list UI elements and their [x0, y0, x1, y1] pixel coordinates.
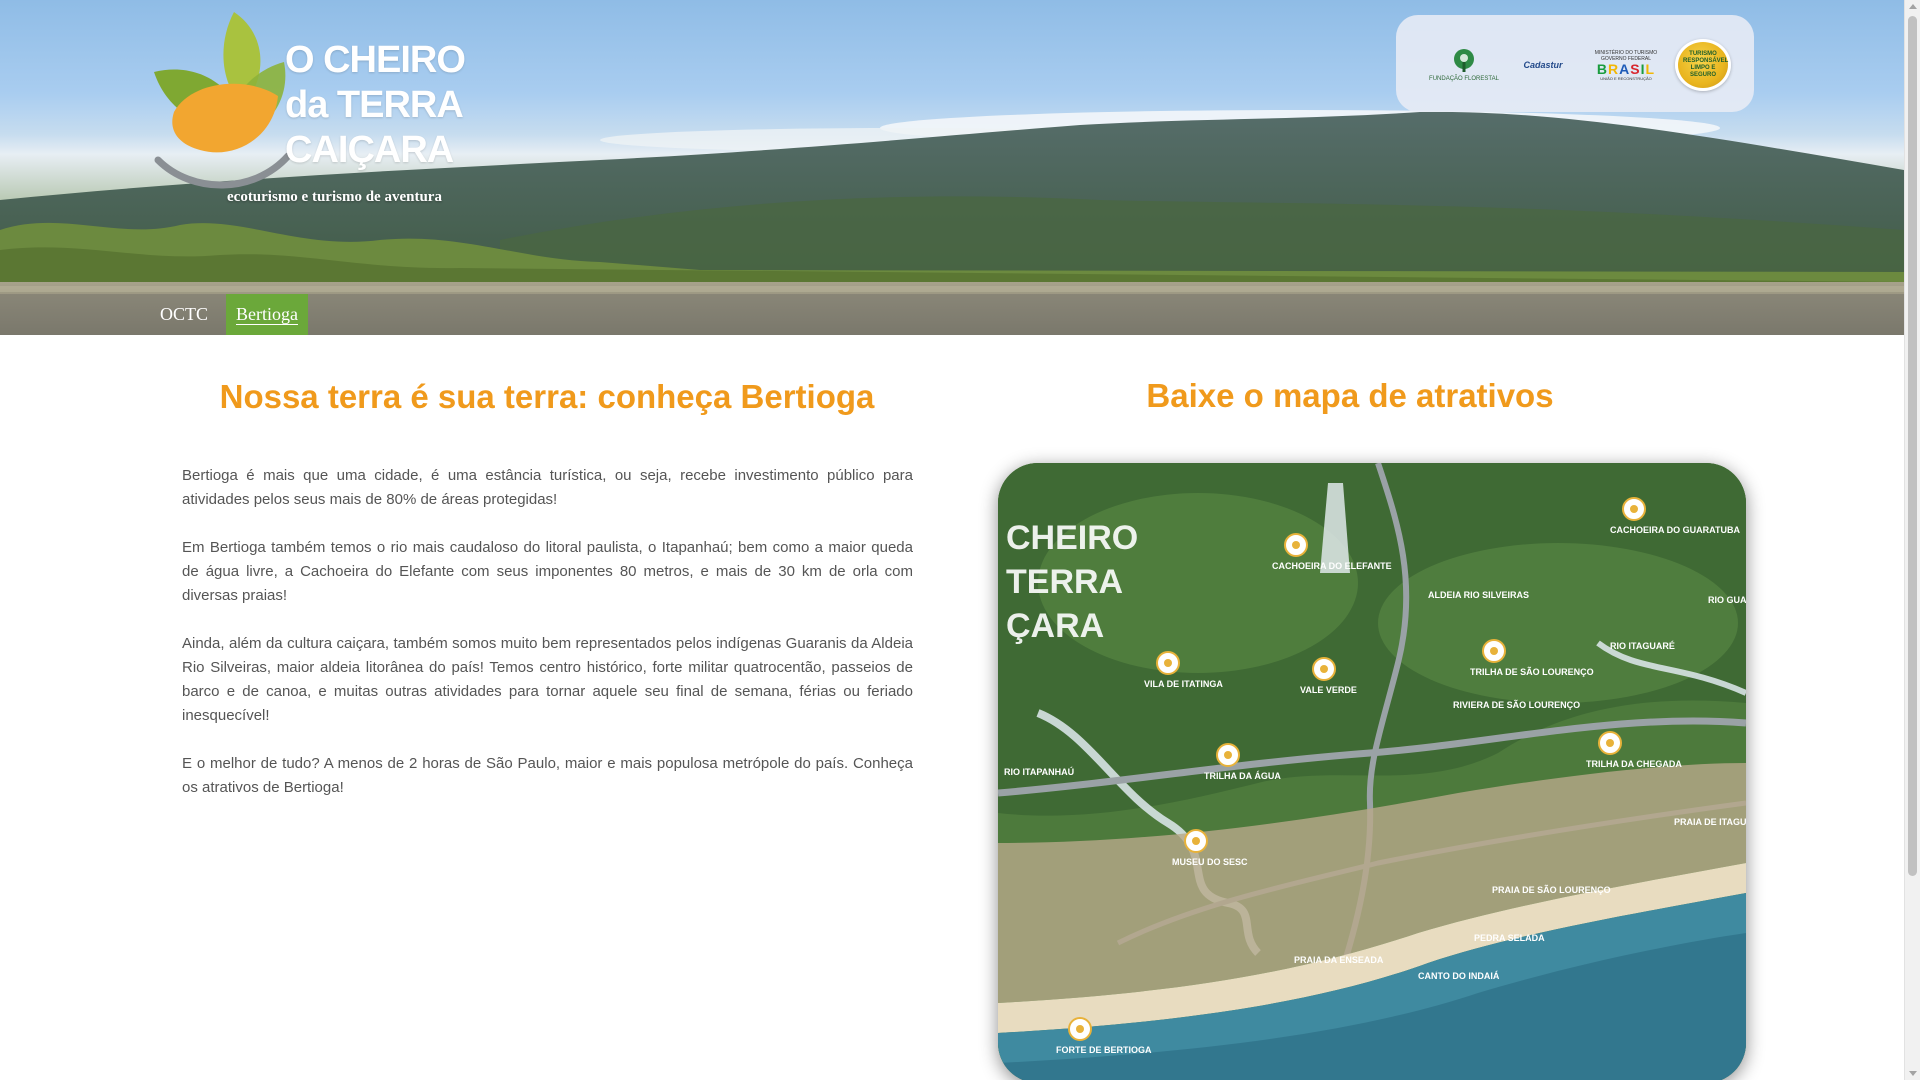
map-pin-rio-itaguare: RIO ITAGUARÉ	[1610, 641, 1675, 651]
seal-badge-icon: TURISMO RESPONSÁVEL LIMPO E SEGURO	[1675, 39, 1731, 91]
cadastur-logo[interactable]: Cadastur	[1513, 39, 1573, 91]
seal-label: TURISMO RESPONSÁVEL LIMPO E SEGURO	[1683, 51, 1729, 78]
svg-text:RIO ITAGUARÉ: RIO ITAGUARÉ	[1610, 641, 1675, 651]
leaf-flower-icon	[154, 12, 292, 189]
vertical-scrollbar[interactable]	[1904, 0, 1920, 1080]
svg-text:CANTO DO INDAIÁ: CANTO DO INDAIÁ	[1418, 971, 1500, 981]
svg-text:RIO GUARATUBA: RIO GUARATUBA	[1708, 595, 1746, 605]
svg-text:PRAIA DE SÃO LOURENÇO: PRAIA DE SÃO LOURENÇO	[1492, 885, 1611, 895]
map-pin-praia-enseada: PRAIA DA ENSEADA	[1294, 955, 1384, 965]
map-pin-pedra-selada: PEDRA SELADA	[1474, 933, 1545, 943]
scrollbar-thumb[interactable]	[1908, 16, 1917, 876]
svg-text:MUSEU DO SESC: MUSEU DO SESC	[1172, 857, 1248, 867]
map-pin-praia-itaguare: PRAIA DE ITAGUARÉ	[1674, 817, 1746, 827]
svg-text:VALE VERDE: VALE VERDE	[1300, 685, 1357, 695]
logo-wordmark: O CHEIRO da TERRA CAIÇARA	[285, 39, 466, 171]
svg-text:TRILHA DA ÁGUA: TRILHA DA ÁGUA	[1204, 771, 1281, 781]
scroll-up-arrow-icon[interactable]	[1909, 4, 1917, 9]
brand-logo[interactable]: O CHEIRO da TERRA CAIÇARA	[152, 10, 466, 210]
fundacao-label: FUNDAÇÃO FLORESTAL	[1429, 76, 1499, 82]
governo-federal-brasil-logo[interactable]: MINISTÉRIO DO TURISMO GOVERNO FEDERAL BR…	[1591, 39, 1661, 91]
svg-text:ALDEIA RIO SILVEIRAS: ALDEIA RIO SILVEIRAS	[1428, 590, 1529, 600]
svg-text:VILA DE ITATINGA: VILA DE ITATINGA	[1144, 679, 1223, 689]
svg-text:PRAIA DE ITAGUARÉ: PRAIA DE ITAGUARÉ	[1674, 817, 1746, 827]
turismo-responsavel-seal[interactable]: TURISMO RESPONSÁVEL LIMPO E SEGURO	[1672, 39, 1734, 91]
tree-icon	[1454, 49, 1474, 72]
map-pin-rio-guaratuba: RIO GUARATUBA	[1708, 595, 1746, 605]
hero-header: O CHEIRO da TERRA CAIÇARA ecoturismo e t…	[0, 0, 1904, 335]
svg-text:PEDRA SELADA: PEDRA SELADA	[1474, 933, 1545, 943]
svg-text:PRAIA DA ENSEADA: PRAIA DA ENSEADA	[1294, 955, 1384, 965]
scroll-down-arrow-icon[interactable]	[1909, 1071, 1917, 1076]
brasil-slogan: UNIÃO E RECONSTRUÇÃO	[1600, 75, 1652, 81]
svg-text:TRILHA DA CHEGADA: TRILHA DA CHEGADA	[1586, 759, 1682, 769]
brasil-wordmark: BRASIL	[1596, 60, 1656, 77]
cadastur-label: Cadastur	[1523, 60, 1563, 70]
map-pin-canto-indaia: CANTO DO INDAIÁ	[1418, 971, 1500, 981]
article-paragraph: E o melhor de tudo? A menos de 2 horas d…	[182, 755, 913, 796]
map-pin-praia-sao-lourenco: PRAIA DE SÃO LOURENÇO	[1492, 885, 1611, 895]
map-download-heading: Baixe o mapa de atrativos	[1146, 377, 1554, 414]
map-pin-aldeia: ALDEIA RIO SILVEIRAS	[1428, 590, 1529, 600]
svg-text:RIO ITAPANHAÚ: RIO ITAPANHAÚ	[1004, 766, 1074, 777]
main-nav: OCTC Bertioga	[0, 294, 1904, 335]
attractions-map-image[interactable]: CHEIRO TERRA ÇARA CACHOEIRA DO ELEFANTE CAC…	[998, 463, 1746, 1080]
map-pin-rio-itapanhau: RIO ITAPANHAÚ	[1004, 766, 1074, 777]
bertioga-article: Bertioga é mais que uma cidade, é uma es…	[182, 464, 913, 824]
article-paragraph: Bertioga é mais que uma cidade, é uma es…	[182, 467, 913, 508]
site-tagline: ecoturismo e turismo de aventura	[227, 189, 442, 205]
partner-logos-panel: FUNDAÇÃO FLORESTAL Cadastur MINISTÉRIO D…	[1396, 15, 1754, 112]
nav-item-bertioga[interactable]: Bertioga	[226, 294, 308, 335]
svg-text:TRILHA DE SÃO LOURENÇO: TRILHA DE SÃO LOURENÇO	[1470, 667, 1594, 677]
bertioga-heading: Nossa terra é sua terra: conheça Bertiog…	[219, 378, 875, 415]
bertioga-map-illustration: CHEIRO TERRA ÇARA CACHOEIRA DO ELEFANTECAC…	[998, 463, 1746, 1080]
article-paragraph: Em Bertioga também temos o rio mais caud…	[182, 539, 913, 604]
svg-text:CACHOEIRA DO ELEFANTE: CACHOEIRA DO ELEFANTE	[1272, 561, 1392, 571]
article-paragraph: Ainda, além da cultura caiçara, também s…	[182, 635, 913, 724]
svg-text:RIVIERA DE SÃO LOURENÇO: RIVIERA DE SÃO LOURENÇO	[1453, 700, 1580, 710]
nav-item-octc[interactable]: OCTC	[150, 294, 218, 335]
svg-text:CACHOEIRA DO GUARATUBA: CACHOEIRA DO GUARATUBA	[1610, 525, 1740, 535]
map-pin-riviera: RIVIERA DE SÃO LOURENÇO	[1453, 700, 1580, 710]
fundacao-florestal-logo[interactable]: FUNDAÇÃO FLORESTAL	[1429, 39, 1499, 91]
svg-text:FORTE DE BERTIOGA: FORTE DE BERTIOGA	[1056, 1045, 1152, 1055]
